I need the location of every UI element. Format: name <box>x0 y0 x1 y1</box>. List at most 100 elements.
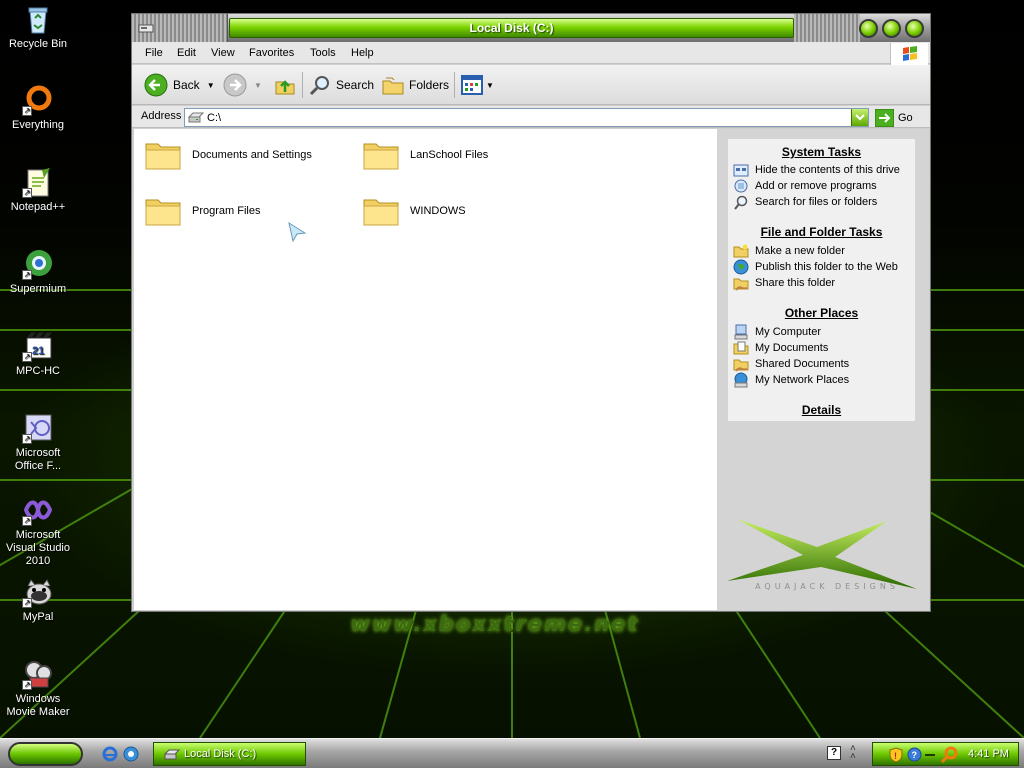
tray-expand-icon[interactable]: ˄ ˄ <box>850 744 856 762</box>
toolbar-separator <box>302 72 303 98</box>
minimize-button[interactable] <box>859 19 878 38</box>
task-publish-to-web[interactable]: Publish this folder to the Web <box>733 259 898 275</box>
browser-quicklaunch-icon[interactable] <box>123 746 139 762</box>
views-button[interactable]: ▼ <box>460 73 494 97</box>
start-button[interactable] <box>8 742 83 766</box>
place-my-network-places[interactable]: My Network Places <box>733 372 849 388</box>
desktop-icon-label: MPC-HC <box>16 365 60 377</box>
folders-label: Folders <box>409 78 450 92</box>
svg-text:!: ! <box>894 751 897 761</box>
place-my-documents[interactable]: My Documents <box>733 340 828 356</box>
menu-tools[interactable]: Tools <box>310 47 336 59</box>
title-bar[interactable]: Local Disk (C:) <box>132 14 930 42</box>
folder-item[interactable]: Documents and Settings <box>144 137 312 173</box>
task-search-files[interactable]: Search for files or folders <box>733 194 877 210</box>
views-icon <box>461 75 483 95</box>
go-label: Go <box>898 111 913 124</box>
place-link-label: My Computer <box>755 326 822 338</box>
system-menu-icon[interactable] <box>138 21 154 35</box>
place-shared-documents[interactable]: Shared Documents <box>733 356 849 372</box>
shortcut-arrow-icon: ↗ <box>22 680 32 690</box>
office-icon: ↗ <box>22 412 54 444</box>
folders-button[interactable]: Folders <box>381 73 449 97</box>
updates-icon[interactable]: ? <box>907 747 922 762</box>
forward-button[interactable]: ▼ <box>223 73 262 97</box>
desktop-icon-mpc-hc[interactable]: 21 ↗ MPC-HC <box>0 330 76 378</box>
task-hide-drive-contents[interactable]: Hide the contents of this drive <box>733 162 900 178</box>
go-button[interactable]: Go <box>875 108 913 127</box>
system-tray: ! ? 4:41 PM <box>872 742 1019 766</box>
go-arrow-icon <box>875 108 894 127</box>
drive-icon <box>164 749 180 759</box>
search-button[interactable]: Search <box>308 73 374 97</box>
folder-icon <box>363 199 399 226</box>
folder-label: WINDOWS <box>410 205 466 217</box>
back-dropdown-icon[interactable]: ▼ <box>207 81 215 90</box>
internet-explorer-icon[interactable] <box>102 746 118 762</box>
menu-view[interactable]: View <box>211 47 235 59</box>
title-bar-right-grip <box>794 14 860 42</box>
close-button[interactable] <box>905 19 924 38</box>
task-pane-panel: System Tasks Hide the contents of this d… <box>728 139 915 421</box>
desktop-icon-recycle-bin[interactable]: Recycle Bin <box>0 3 76 51</box>
everything-icon: ↗ <box>22 84 54 116</box>
menu-file[interactable]: File <box>145 47 163 59</box>
task-link-label: Search for files or folders <box>755 196 878 208</box>
tray-dash-icon <box>925 754 935 756</box>
file-folder-tasks-header[interactable]: File and Folder Tasks <box>728 225 915 239</box>
desktop-icon-mypal[interactable]: ↗ MyPal <box>0 576 76 624</box>
place-link-label: My Documents <box>755 342 829 354</box>
menu-help[interactable]: Help <box>351 47 374 59</box>
add-remove-programs-icon <box>734 179 748 193</box>
folder-item[interactable]: WINDOWS <box>362 193 466 229</box>
task-add-remove-programs[interactable]: Add or remove programs <box>733 178 877 194</box>
maximize-button[interactable] <box>882 19 901 38</box>
task-link-label: Make a new folder <box>755 245 845 257</box>
place-link-label: Shared Documents <box>755 358 850 370</box>
my-documents-icon <box>733 341 749 355</box>
desktop-icon-everything[interactable]: ↗ Everything <box>0 84 76 132</box>
explorer-window: Local Disk (C:) File Edit View Favorites… <box>131 13 931 612</box>
folder-item[interactable]: LanSchool Files <box>362 137 488 173</box>
desktop-icon-movie-maker[interactable]: ↗ Windows Movie Maker <box>0 658 76 719</box>
folder-label: Program Files <box>192 205 261 217</box>
folders-icon <box>382 77 404 95</box>
notepadpp-icon: ↗ <box>22 166 54 198</box>
task-link-label: Hide the contents of this drive <box>755 164 900 176</box>
system-tasks-header[interactable]: System Tasks <box>728 145 915 159</box>
address-input[interactable]: C:\ <box>184 108 869 127</box>
svg-text:21: 21 <box>32 345 44 357</box>
menu-edit[interactable]: Edit <box>177 47 196 59</box>
everything-tray-icon[interactable] <box>941 746 958 763</box>
task-share-folder[interactable]: Share this folder <box>733 275 835 291</box>
address-label: Address <box>141 110 182 122</box>
other-places-header[interactable]: Other Places <box>728 306 915 320</box>
desktop-icon-office[interactable]: ↗ Microsoft Office F... <box>0 412 76 473</box>
up-folder-button[interactable] <box>273 73 297 97</box>
folder-item[interactable]: Program Files <box>144 193 260 229</box>
menu-favorites[interactable]: Favorites <box>249 47 294 59</box>
task-make-new-folder[interactable]: Make a new folder <box>733 243 845 259</box>
shortcut-arrow-icon: ↗ <box>22 516 32 526</box>
desktop-icon-supermium[interactable]: ↗ Supermium <box>0 248 76 296</box>
forward-dropdown-icon[interactable]: ▼ <box>254 81 262 90</box>
desktop-icon-label: Recycle Bin <box>8 38 68 50</box>
clock[interactable]: 4:41 PM <box>968 748 1009 760</box>
views-dropdown-icon[interactable]: ▼ <box>486 81 494 90</box>
details-header[interactable]: Details <box>728 403 915 417</box>
security-shield-icon[interactable]: ! <box>889 747 903 763</box>
place-my-computer[interactable]: My Computer <box>733 324 821 340</box>
shortcut-arrow-icon: ↗ <box>22 434 32 444</box>
taskbar-button-local-disk[interactable]: Local Disk (C:) <box>153 742 306 766</box>
desktop-icon-notepadpp[interactable]: ↗ Notepad++ <box>0 166 76 214</box>
desktop-icon-visual-studio[interactable]: ↗ Microsoft Visual Studio 2010 <box>0 494 76 568</box>
my-computer-icon <box>734 324 748 340</box>
help-icon[interactable]: ? <box>827 746 841 760</box>
back-button[interactable]: Back ▼ <box>144 73 215 97</box>
share-folder-icon <box>733 278 749 291</box>
address-dropdown-button[interactable] <box>851 109 868 126</box>
task-link-label: Publish this folder to the Web <box>755 261 898 273</box>
shortcut-arrow-icon: ↗ <box>22 598 32 608</box>
desktop-icon-label: Supermium <box>9 283 67 295</box>
up-folder-icon <box>275 80 295 95</box>
